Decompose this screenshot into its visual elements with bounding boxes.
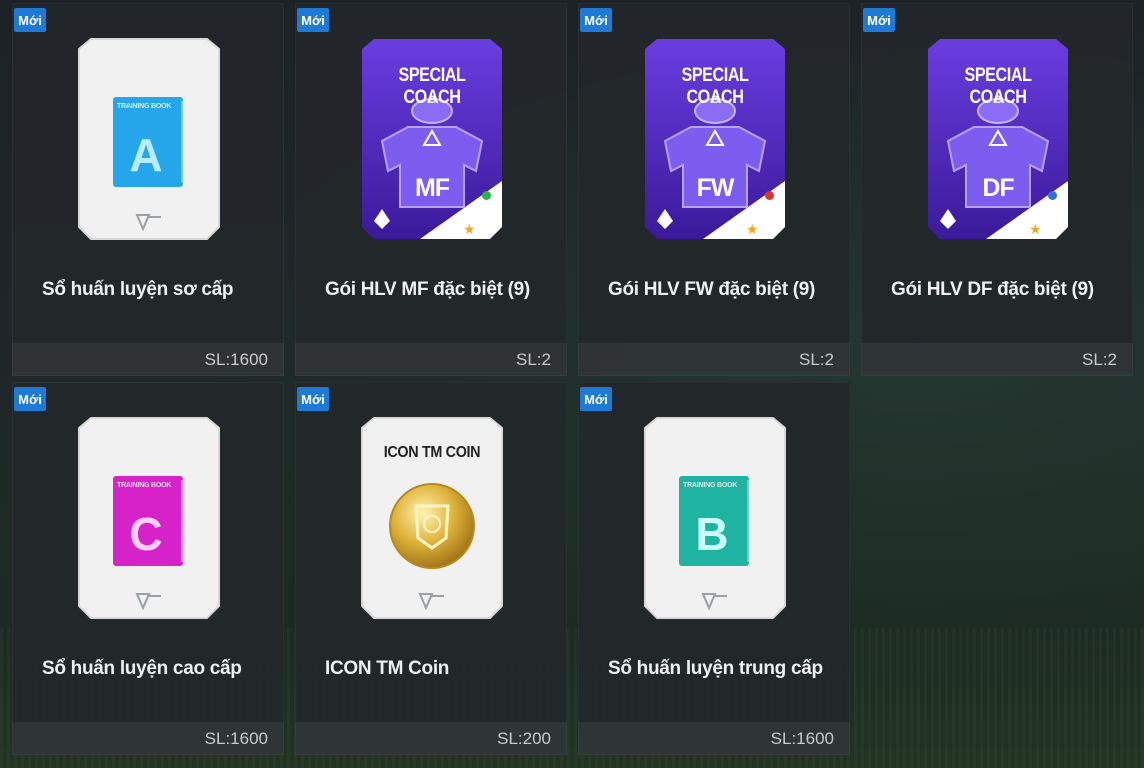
svg-text:B: B bbox=[695, 508, 728, 560]
item-tile[interactable]: Mới ICON TM COIN ICON TM Coin SL:200 bbox=[295, 382, 567, 755]
item-title: Sổ huấn luyện cao cấp bbox=[42, 658, 242, 679]
item-title: Gói HLV DF đặc biệt (9) bbox=[891, 279, 1094, 300]
special-coach-card: C SPECIAL COACH FW ★ 9 bbox=[643, 31, 787, 245]
new-badge: Mới bbox=[580, 8, 612, 32]
new-badge: Mới bbox=[297, 387, 329, 411]
item-quantity: SL:2 bbox=[1082, 350, 1117, 369]
item-title: ICON TM Coin bbox=[325, 658, 450, 679]
coach-label: SPECIAL COACH bbox=[681, 65, 749, 108]
item-grid: Mới A TRAINING BOOK Sổ huấn luyện sơ cấp… bbox=[0, 0, 1144, 768]
book-caption: TRAINING BOOK bbox=[117, 482, 172, 489]
item-quantity: SL:2 bbox=[516, 350, 551, 369]
card-frame: C bbox=[78, 417, 220, 619]
special-coach-card: C SPECIAL COACH DF ★ 9 bbox=[926, 31, 1070, 245]
star-icon: ★ bbox=[1029, 221, 1042, 237]
item-title: Sổ huấn luyện sơ cấp bbox=[42, 279, 234, 300]
new-badge: Mới bbox=[297, 8, 329, 32]
new-badge: Mới bbox=[580, 387, 612, 411]
training-book-card: B TRAINING BOOK bbox=[643, 410, 787, 624]
item-title: Gói HLV FW đặc biệt (9) bbox=[608, 279, 816, 300]
card-frame: A bbox=[78, 38, 220, 240]
training-book-card: A TRAINING BOOK bbox=[77, 31, 221, 245]
item-quantity: SL:1600 bbox=[204, 729, 268, 748]
card-frame bbox=[361, 417, 503, 619]
card-frame: B bbox=[644, 417, 786, 619]
coach-position: FW bbox=[696, 174, 735, 202]
coach-rating: 9 bbox=[482, 197, 495, 230]
coach-position: DF bbox=[982, 174, 1014, 202]
special-coach-card: C SPECIAL COACH MF ★ 9 bbox=[360, 31, 504, 245]
training-book-card: C TRAINING BOOK bbox=[77, 410, 221, 624]
star-icon: ★ bbox=[746, 221, 759, 237]
book-caption: TRAINING BOOK bbox=[683, 482, 738, 489]
coach-label: SPECIAL COACH bbox=[398, 65, 466, 108]
coach-label: SPECIAL COACH bbox=[964, 65, 1032, 108]
item-tile[interactable]: Mới A TRAINING BOOK Sổ huấn luyện sơ cấp… bbox=[12, 3, 284, 376]
new-badge: Mới bbox=[14, 387, 46, 411]
coach-rating: 9 bbox=[765, 197, 778, 230]
item-tile[interactable]: Mới C SPECIAL COACH MF ★ 9 Gói HLV MF đặ… bbox=[295, 3, 567, 376]
svg-text:A: A bbox=[129, 129, 162, 181]
icon-coin-card: ICON TM COIN bbox=[360, 410, 504, 624]
item-quantity: SL:1600 bbox=[770, 729, 834, 748]
item-tile[interactable]: Mới C SPECIAL COACH DF ★ 9 Gói HLV DF đặ… bbox=[861, 3, 1133, 376]
item-tile[interactable]: Mới C TRAINING BOOK Sổ huấn luyện cao cấ… bbox=[12, 382, 284, 755]
new-badge: Mới bbox=[863, 8, 895, 32]
star-icon: ★ bbox=[463, 221, 476, 237]
coin-label: ICON TM COIN bbox=[383, 444, 481, 461]
item-title: Sổ huấn luyện trung cấp bbox=[608, 658, 823, 679]
item-quantity: SL:1600 bbox=[204, 350, 268, 369]
item-quantity: SL:2 bbox=[799, 350, 834, 369]
item-tile[interactable]: Mới C SPECIAL COACH FW ★ 9 Gói HLV FW đặ… bbox=[578, 3, 850, 376]
item-quantity: SL:200 bbox=[497, 729, 551, 748]
coach-rating: 9 bbox=[1048, 197, 1061, 230]
coach-position: MF bbox=[414, 174, 450, 202]
item-tile[interactable]: Mới B TRAINING BOOK Sổ huấn luyện trung … bbox=[578, 382, 850, 755]
new-badge: Mới bbox=[14, 8, 46, 32]
item-title: Gói HLV MF đặc biệt (9) bbox=[325, 279, 530, 300]
svg-text:C: C bbox=[129, 508, 162, 560]
book-caption: TRAINING BOOK bbox=[117, 103, 172, 110]
